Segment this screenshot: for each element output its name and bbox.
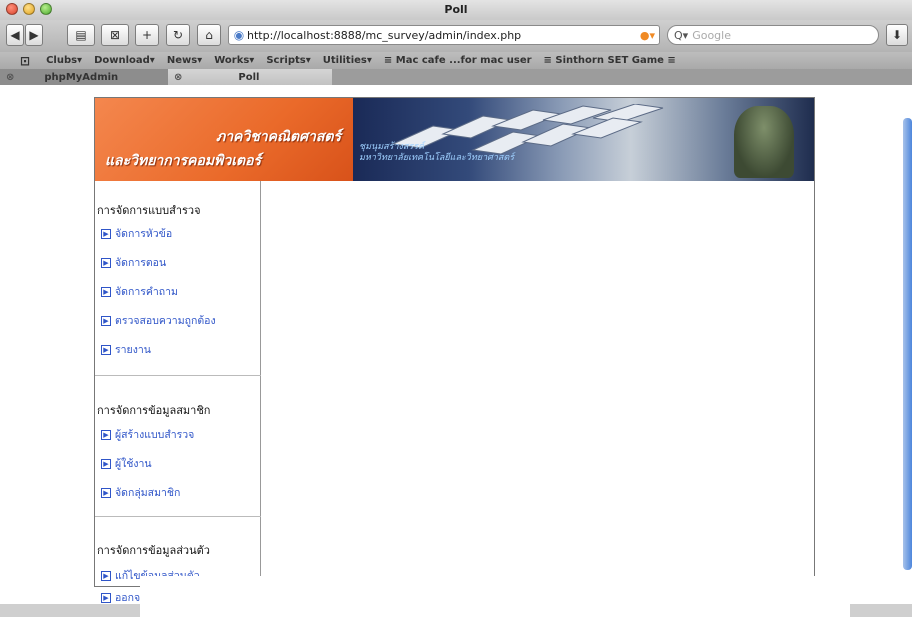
bookmark-clubs[interactable]: Clubs▾ (46, 55, 82, 66)
menu-item-manage-questions[interactable]: ▶ จัดการคำถาม (95, 283, 178, 300)
section-heading-personal: การจัดการข้อมูลส่วนตัว (97, 544, 210, 557)
arrow-box-icon: ▶ (101, 228, 111, 239)
admin-layout: ภาควิชาคณิตศาสตร์ และวิทยาการคอมพิวเตอร์… (94, 97, 815, 587)
arrow-box-icon: ▶ (101, 315, 111, 326)
banner-caption-line2: มหาวิทยาลัยเทคโนโลยีและวิทยาศาสตร์ (359, 153, 515, 163)
arrow-box-icon: ▶ (101, 344, 111, 355)
bookmark-news[interactable]: News▾ (167, 55, 202, 66)
menu-item-manage-parts[interactable]: ▶ จัดการตอน (95, 254, 166, 271)
menu-item-label[interactable]: รายงาน (115, 341, 151, 358)
arrow-box-icon: ▶ (101, 570, 111, 581)
menu-item-label[interactable]: ผู้สร้างแบบสำรวจ (115, 426, 194, 443)
close-tab-icon[interactable]: ⊗ (6, 72, 14, 83)
bookmark-download[interactable]: Download▾ (94, 55, 155, 66)
vertical-scrollbar[interactable] (903, 118, 912, 570)
banner-caption-line1: ชุมนุมสร้างสรรค์ (359, 142, 425, 152)
bookmark-utilities[interactable]: Utilities▾ (323, 55, 372, 66)
banner-title-line2: และวิทยาการคอมพิวเตอร์ (105, 153, 262, 169)
arrow-box-icon: ▶ (101, 592, 111, 603)
address-url[interactable]: http://localhost:8888/mc_survey/admin/in… (247, 29, 640, 42)
menu-item-survey-creators[interactable]: ▶ ผู้สร้างแบบสำรวจ (95, 426, 194, 443)
section-divider (95, 375, 261, 376)
bookmark-sinthorn[interactable]: ≡ Sinthorn SET Game ≡ (544, 55, 676, 66)
tab-bar: ⊗ phpMyAdmin ⊗ Poll (0, 69, 912, 85)
snapback-button[interactable]: ⊠ (101, 24, 129, 46)
arrow-box-icon: ▶ (101, 286, 111, 297)
menu-item-label[interactable]: จัดกลุ่มสมาชิก (115, 484, 180, 501)
address-bar[interactable]: ◉ http://localhost:8888/mc_survey/admin/… (228, 25, 660, 45)
close-tab-icon[interactable]: ⊗ (174, 72, 182, 83)
bookmark-works[interactable]: Works▾ (214, 55, 254, 66)
arrow-box-icon: ▶ (101, 487, 111, 498)
admin-sidebar: การจัดการแบบสำรวจ ▶ จัดการหัวข้อ ▶ จัดการต… (95, 181, 261, 586)
forward-button[interactable]: ▶ (25, 24, 43, 46)
browser-toolbar: ◀ ▶ ▤ ⊠ + ↻ ⌂ ◉ http://localhost:8888/mc… (0, 20, 912, 52)
menu-item-label[interactable]: จัดการตอน (115, 254, 166, 271)
back-button[interactable]: ◀ (6, 24, 24, 46)
tab-poll[interactable]: ⊗ Poll (168, 69, 332, 85)
banner-title-line1: ภาควิชาคณิตศาสตร์ (215, 129, 341, 145)
tab-label: Poll (238, 71, 260, 83)
blank-area (140, 576, 850, 617)
menu-item-validate[interactable]: ▶ ตรวจสอบความถูกต้อง (95, 312, 216, 329)
section-divider (95, 516, 261, 517)
menu-item-label[interactable]: จัดการหัวข้อ (115, 225, 172, 242)
bookmark-icon: ⬇ (891, 28, 903, 42)
search-icon: Q▾ (674, 28, 689, 42)
arrow-box-icon: ▶ (101, 257, 111, 268)
add-bookmark-button[interactable]: + (135, 24, 159, 46)
arrow-box-icon: ▶ (101, 458, 111, 469)
forward-arrow-icon: ▶ (29, 28, 39, 42)
arrow-box-icon: ▶ (101, 429, 111, 440)
reload-icon: ↻ (172, 28, 184, 42)
section-heading-survey: การจัดการแบบสำรวจ (97, 204, 201, 217)
rss-icon[interactable]: ●▾ (640, 29, 655, 42)
menu-item-manage-topics[interactable]: ▶ จัดการหัวข้อ (95, 225, 172, 242)
menu-item-label[interactable]: ตรวจสอบความถูกต้อง (115, 312, 216, 329)
web-page: ภาควิชาคณิตศาสตร์ และวิทยาการคอมพิวเตอร์… (0, 85, 912, 617)
reload-button[interactable]: ↻ (166, 24, 190, 46)
snapback-icon: ⊠ (109, 28, 121, 42)
book-icon[interactable]: ⊡ (20, 54, 30, 68)
menu-item-users[interactable]: ▶ ผู้ใช้งาน (95, 455, 152, 472)
site-globe-icon: ◉ (233, 28, 245, 42)
banner-caption: ชุมนุมสร้างสรรค์ มหาวิทยาลัยเทคโนโลยีและ… (359, 142, 514, 164)
home-icon: ⌂ (205, 28, 213, 42)
plus-icon: + (141, 28, 153, 42)
title-bar: Poll (0, 0, 912, 20)
search-placeholder: Google (692, 28, 731, 42)
horizontal-scrollbar-right[interactable] (850, 604, 912, 617)
home-button[interactable]: ⌂ (197, 24, 221, 46)
department-banner: ภาควิชาคณิตศาสตร์ และวิทยาการคอมพิวเตอร์ (95, 98, 353, 181)
horizontal-scrollbar-left[interactable] (0, 604, 140, 617)
menu-item-label[interactable]: จัดการคำถาม (115, 283, 178, 300)
back-arrow-icon: ◀ (10, 28, 20, 42)
tab-label: phpMyAdmin (44, 71, 119, 83)
tab-phpmyadmin[interactable]: ⊗ phpMyAdmin (0, 69, 168, 85)
print-button[interactable]: ▤ (67, 24, 95, 46)
printer-icon: ▤ (75, 28, 87, 42)
section-heading-members: การจัดการข้อมูลสมาชิก (97, 404, 211, 417)
search-field[interactable]: Q▾ Google (667, 25, 879, 45)
menu-item-label[interactable]: ผู้ใช้งาน (115, 455, 152, 472)
menu-item-group-members[interactable]: ▶ จัดกลุ่มสมาชิก (95, 484, 180, 501)
bookmarks-menu-button[interactable]: ⬇ (886, 24, 908, 46)
window-title: Poll (444, 3, 468, 16)
menu-item-report[interactable]: ▶ รายงาน (95, 341, 151, 358)
statue-image (734, 106, 794, 178)
bookmark-scripts[interactable]: Scripts▾ (266, 55, 310, 66)
bookmark-mac-cafe[interactable]: ≡ Mac cafe ...for mac user (384, 55, 532, 66)
keyboard-banner-image: ชุมนุมสร้างสรรค์ มหาวิทยาลัยเทคโนโลยีและ… (353, 98, 814, 181)
bookmarks-bar: ⊡ Clubs▾ Download▾ News▾ Works▾ Scripts▾… (0, 52, 912, 69)
